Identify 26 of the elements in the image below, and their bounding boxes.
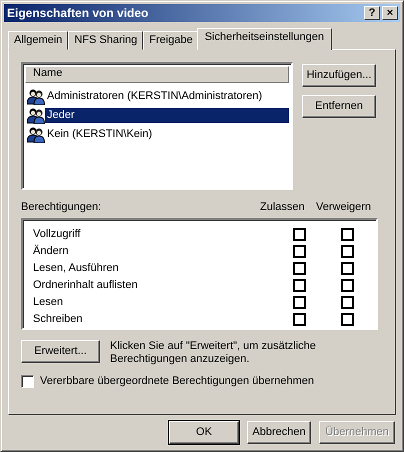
advanced-hint: Klicken Sie auf "Erweitert", um zusätzliche Berechtigungen anzuzeigen. (110, 340, 317, 366)
tab[interactable]: Allgemein (8, 31, 68, 50)
deny-column-label: Verweigern (316, 201, 372, 215)
user-action-button[interactable]: Entfernen (302, 95, 376, 118)
allow-column-label: Zulassen (260, 201, 306, 215)
permission-name: Ändern (33, 244, 70, 258)
permission-name: Lesen (33, 296, 64, 310)
window-title: Eigenschaften von video (7, 6, 150, 20)
tab[interactable]: Freigabe (143, 31, 199, 50)
inherit-label: Vererbbare übergeordnete Berechtigungen übernehmen (40, 375, 314, 388)
user-item[interactable]: Kein (KERSTIN\Kein) (45, 126, 154, 142)
advanced-button[interactable]: Erweitert... (21, 340, 100, 363)
column-header[interactable]: Name (25, 66, 289, 83)
help-button[interactable]: ? (364, 6, 380, 20)
permission-name: Ordnerinhalt auflisten (33, 278, 139, 292)
dialog-button[interactable]: Abbrechen (247, 421, 311, 444)
permission-name: Schreiben (33, 312, 84, 326)
user-item[interactable]: Administratoren (KERSTIN\Administratoren) (45, 88, 264, 104)
permission-name: Vollzugriff (33, 228, 82, 242)
user-action-button[interactable]: Hinzufügen... (302, 64, 376, 87)
tab[interactable]: Sicherheitseinstellungen (196, 28, 332, 50)
tab[interactable]: NFS Sharing (68, 31, 144, 50)
close-button[interactable]: × (382, 6, 398, 20)
user-item[interactable]: Jeder (45, 108, 289, 124)
permission-name: Lesen, Ausführen (33, 262, 120, 276)
dialog-button[interactable]: OK (169, 421, 239, 444)
